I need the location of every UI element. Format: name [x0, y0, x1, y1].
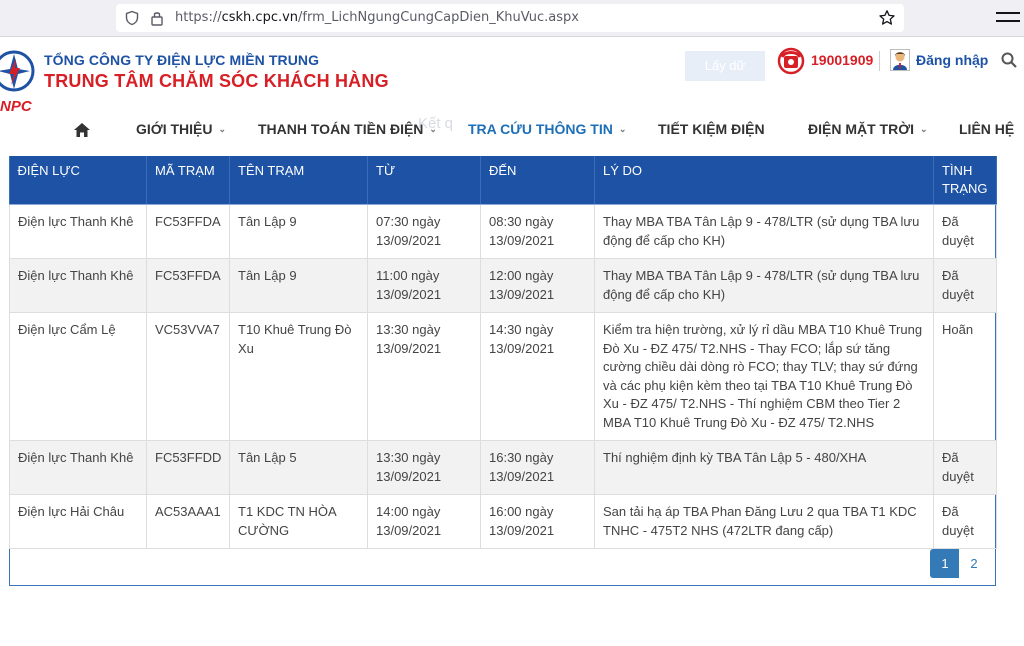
outage-table: ĐIỆN LỰC MÃ TRẠM TÊN TRẠM TỪ ĐẾN LÝ DO T… [9, 156, 997, 549]
cpc-logo-icon[interactable] [0, 47, 42, 99]
cell-dien-luc: Điện lực Hải Châu [9, 494, 147, 549]
cell-ten-tram: Tân Lập 9 [229, 204, 368, 259]
hotline-number[interactable]: 19001909 [811, 52, 873, 68]
cell-tinh-trang: Đã duyệt [933, 494, 997, 549]
cell-ma-tram: FC53FFDA [146, 204, 230, 259]
nav-dien-mat-troi[interactable]: ĐIỆN MẶT TRỜI ⌄ [808, 121, 928, 137]
center-name: TRUNG TÂM CHĂM SÓC KHÁCH HÀNG [44, 71, 389, 91]
cell-den: 14:30 ngày 13/09/2021 [480, 312, 595, 441]
page-button[interactable]: 2 [959, 549, 989, 578]
table-row: Điện lực Cẩm Lệ VC53VVA7 T10 Khuê Trung … [9, 312, 997, 441]
url-bar[interactable]: https://cskh.cpc.vn/frm_LichNgungCungCap… [116, 4, 904, 32]
column-header: ĐIỆN LỰC [9, 156, 147, 205]
nav-lien-he[interactable]: LIÊN HỆ [959, 121, 1014, 137]
search-icon[interactable] [1000, 51, 1018, 69]
cell-tu: 13:30 ngày 13/09/2021 [367, 440, 481, 495]
login-link[interactable]: Đăng nhập [916, 52, 988, 68]
cell-ma-tram: VC53VVA7 [146, 312, 230, 441]
url-path: /frm_LichNgungCungCapDien_KhuVuc.aspx [298, 10, 579, 25]
nav-tiet-kiem[interactable]: TIẾT KIỆM ĐIỆN [658, 121, 765, 137]
column-header: TÊN TRẠM [229, 156, 368, 205]
nav-label: TIẾT KIỆM ĐIỆN [658, 121, 765, 137]
cell-den: 16:30 ngày 13/09/2021 [480, 440, 595, 495]
cell-den: 08:30 ngày 13/09/2021 [480, 204, 595, 259]
phone-icon [777, 47, 805, 75]
cell-tinh-trang: Đã duyệt [933, 440, 997, 495]
chevron-down-icon: ⌄ [429, 124, 437, 134]
chevron-down-icon: ⌄ [218, 124, 227, 134]
user-avatar-icon[interactable] [890, 49, 910, 71]
cell-tu: 13:30 ngày 13/09/2021 [367, 312, 481, 441]
chevron-down-icon: ⌄ [618, 124, 627, 134]
cell-ly-do: Thay MBA TBA Tân Lập 9 - 478/LTR (sử dụn… [594, 204, 934, 259]
cell-dien-luc: Điện lực Thanh Khê [9, 258, 147, 313]
shield-icon[interactable] [124, 10, 140, 31]
cell-ma-tram: FC53FFDA [146, 258, 230, 313]
nav-gioi-thieu[interactable]: GIỚI THIỆU ⌄ [136, 121, 226, 137]
lock-icon[interactable] [150, 10, 164, 31]
cell-tinh-trang: Hoãn [933, 312, 997, 441]
outage-table-panel: ĐIỆN LỰC MÃ TRẠM TÊN TRẠM TỪ ĐẾN LÝ DO T… [9, 156, 997, 586]
main-nav: GIỚI THIỆU ⌄ THANH TOÁN TIỀN ĐIỆN ⌄ TRA CỨ… [0, 121, 1024, 143]
table-row: Điện lực Thanh Khê FC53FFDA Tân Lập 9 11… [9, 258, 997, 313]
cell-ten-tram: Tân Lập 5 [229, 440, 368, 495]
cell-ly-do: Thay MBA TBA Tân Lập 9 - 478/LTR (sử dụn… [594, 258, 934, 313]
cell-ten-tram: T10 Khuê Trung Đò Xu [229, 312, 368, 441]
nav-tra-cuu[interactable]: TRA CỨU THÔNG TIN ⌄ [468, 121, 626, 137]
browser-toolbar: https://cskh.cpc.vn/frm_LichNgungCungCap… [0, 0, 1024, 37]
table-header-row: ĐIỆN LỰC MÃ TRẠM TÊN TRẠM TỪ ĐẾN LÝ DO T… [9, 156, 997, 205]
cell-tu: 07:30 ngày 13/09/2021 [367, 204, 481, 259]
nav-label: GIỚI THIỆU [136, 121, 213, 137]
nav-thanh-toan[interactable]: THANH TOÁN TIỀN ĐIỆN ⌄ [258, 121, 437, 137]
header-divider [879, 51, 880, 71]
column-header: LÝ DO [594, 156, 934, 205]
column-header: MÃ TRẠM [146, 156, 230, 205]
url-text[interactable]: https://cskh.cpc.vn/frm_LichNgungCungCap… [175, 10, 579, 25]
company-name: TỔNG CÔNG TY ĐIỆN LỰC MIỀN TRUNG [44, 52, 320, 68]
cell-ma-tram: AC53AAA1 [146, 494, 230, 549]
logo-text: NPC [0, 98, 32, 115]
cell-tu: 11:00 ngày 13/09/2021 [367, 258, 481, 313]
table-row: Điện lực Thanh Khê FC53FFDD Tân Lập 5 13… [9, 440, 997, 495]
nav-label: ĐIỆN MẶT TRỜI [808, 121, 915, 137]
column-header: TỪ [367, 156, 481, 205]
cell-den: 16:00 ngày 13/09/2021 [480, 494, 595, 549]
cell-den: 12:00 ngày 13/09/2021 [480, 258, 595, 313]
table-row: Điện lực Thanh Khê FC53FFDA Tân Lập 9 07… [9, 204, 997, 259]
cell-ly-do: Thí nghiệm định kỳ TBA Tân Lập 5 - 480/X… [594, 440, 934, 495]
home-icon[interactable] [73, 122, 91, 138]
cell-ly-do: Kiểm tra hiện trường, xử lý rỉ dầu MBA T… [594, 312, 934, 441]
column-header: ĐẾN [480, 156, 595, 205]
cell-dien-luc: Điện lực Cẩm Lệ [9, 312, 147, 441]
cell-tinh-trang: Đã duyệt [933, 258, 997, 313]
nav-label: TRA CỨU THÔNG TIN [468, 121, 613, 137]
cell-tu: 14:00 ngày 13/09/2021 [367, 494, 481, 549]
cell-ten-tram: Tân Lập 9 [229, 258, 368, 313]
nav-label: THANH TOÁN TIỀN ĐIỆN [258, 121, 424, 137]
cell-dien-luc: Điện lực Thanh Khê [9, 440, 147, 495]
cell-ma-tram: FC53FFDD [146, 440, 230, 495]
cell-tinh-trang: Đã duyệt [933, 204, 997, 259]
page-button-current[interactable]: 1 [930, 549, 960, 578]
url-prefix: https:// [175, 10, 222, 25]
fetch-data-button[interactable]: Lấy dữ [685, 51, 765, 81]
bookmark-star-icon[interactable] [878, 9, 896, 32]
url-domain: cskh.cpc.vn [221, 10, 299, 25]
site-header: NPC TỔNG CÔNG TY ĐIỆN LỰC MIỀN TRUNG TRU… [0, 37, 1024, 156]
nav-label: LIÊN HỆ [959, 121, 1015, 137]
browser-menu-icon[interactable] [996, 6, 1020, 22]
cell-dien-luc: Điện lực Thanh Khê [9, 204, 147, 259]
table-row: Điện lực Hải Châu AC53AAA1 T1 KDC TN HÒA… [9, 494, 997, 549]
column-header: TÌNH TRẠNG [933, 156, 997, 205]
cell-ly-do: San tải hạ áp TBA Phan Đăng Lưu 2 qua TB… [594, 494, 934, 549]
cell-ten-tram: T1 KDC TN HÒA CƯỜNG [229, 494, 368, 549]
chevron-down-icon: ⌄ [920, 124, 928, 134]
